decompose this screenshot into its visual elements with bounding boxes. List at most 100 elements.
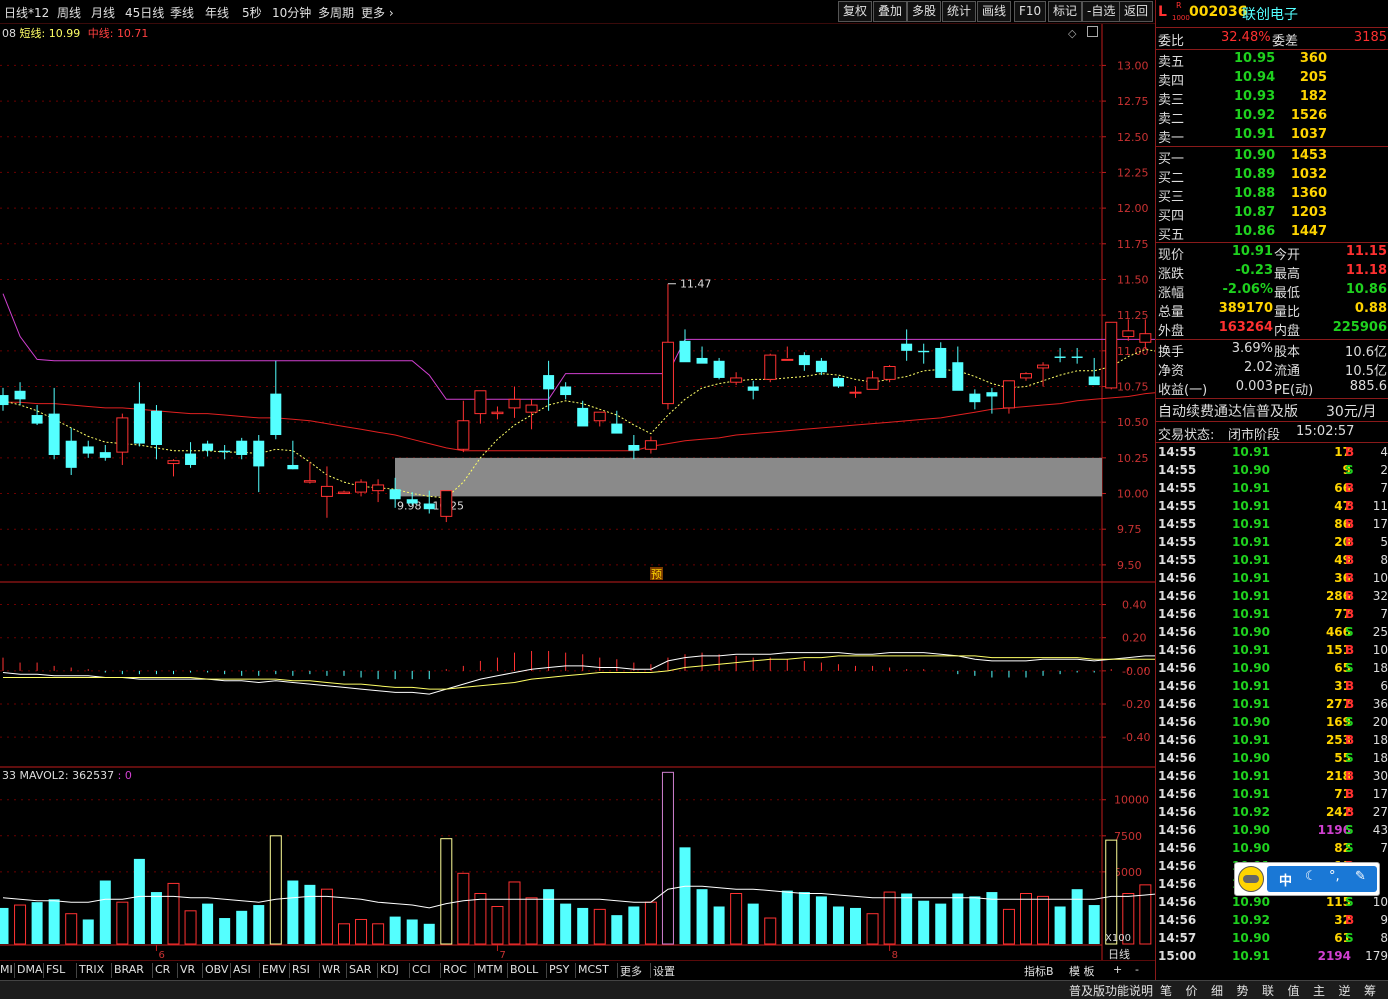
multi-stock-button[interactable]: 多股 [907, 1, 942, 22]
indicator-tab-15[interactable]: CCI [412, 963, 431, 976]
status-tab-5[interactable]: 联 [1262, 982, 1274, 999]
candle[interactable] [679, 329, 691, 363]
candle[interactable] [901, 329, 913, 361]
candle[interactable] [935, 342, 947, 378]
candle[interactable] [525, 399, 538, 430]
candle[interactable] [202, 440, 214, 457]
indicator-tab-17[interactable]: MTM [477, 963, 503, 976]
buy-row[interactable]: 买一 10.90 1453 [1158, 148, 1387, 167]
candle[interactable] [253, 435, 265, 493]
candle[interactable] [883, 365, 896, 383]
draw-line-button[interactable]: 画线 [977, 1, 1012, 22]
candle[interactable] [0, 387, 9, 411]
candle[interactable] [661, 283, 674, 410]
buy-row[interactable]: 买五 10.86 1447 [1158, 224, 1387, 243]
candle[interactable] [320, 466, 333, 518]
candle[interactable] [14, 382, 26, 406]
period-5sec-tab[interactable]: 5秒 [242, 4, 262, 21]
indicator-tab-8[interactable]: OBV [205, 963, 228, 976]
candle[interactable] [167, 459, 180, 477]
dot-icon[interactable]: °, [1329, 869, 1340, 884]
sell-row[interactable]: 卖四 10.94 205 [1158, 70, 1387, 89]
period-monthly-tab[interactable]: 月线 [91, 4, 115, 21]
candle[interactable] [713, 357, 725, 380]
candle[interactable] [832, 376, 844, 388]
candle[interactable] [133, 382, 145, 447]
stats-button[interactable]: 统计 [942, 1, 977, 22]
buy-row[interactable]: 买三 10.88 1360 [1158, 186, 1387, 205]
overlay-button[interactable]: 叠加 [873, 1, 908, 22]
candle[interactable] [696, 346, 708, 364]
status-tab-4[interactable]: 势 [1237, 982, 1249, 999]
kline-chart[interactable]: 13.00 12.75 12.50 12.25 12.00 11.75 11.50 11.25… [0, 24, 1155, 960]
moon-icon[interactable]: ☾ [1305, 869, 1317, 884]
candle[interactable] [236, 437, 248, 460]
status-tab-9[interactable]: 筹 [1364, 982, 1376, 999]
candle[interactable] [1088, 357, 1100, 386]
candle[interactable] [611, 410, 623, 434]
candle[interactable] [372, 479, 385, 503]
indicator-tab-5[interactable]: BRAR [114, 963, 144, 976]
candle[interactable] [185, 442, 197, 468]
candle[interactable] [644, 436, 657, 454]
indicator-tab-21[interactable]: 更多 [620, 963, 642, 979]
candle[interactable] [560, 382, 572, 400]
candle[interactable] [65, 427, 77, 475]
sell-row[interactable]: 卖一 10.91 1037 [1158, 127, 1387, 146]
indicator-tab-2[interactable]: DMA [17, 963, 43, 976]
candle[interactable] [577, 400, 589, 427]
status-tab-6[interactable]: 值 [1288, 982, 1300, 999]
candle[interactable] [815, 357, 827, 376]
ime-lang-button[interactable]: 中 [1279, 870, 1292, 889]
candle[interactable] [1105, 321, 1118, 390]
candle[interactable] [491, 406, 504, 420]
candle[interactable] [150, 405, 162, 460]
candle[interactable] [593, 411, 606, 427]
candle[interactable] [952, 346, 964, 391]
indicator-tab-12[interactable]: WR [322, 963, 341, 976]
candle[interactable] [270, 360, 282, 440]
window-toggle-icon[interactable] [1087, 26, 1098, 37]
indicator-tab-20[interactable]: MCST [578, 963, 609, 976]
status-tab-8[interactable]: 逆 [1339, 982, 1351, 999]
indicator-tab-10[interactable]: EMV [262, 963, 286, 976]
candle[interactable] [457, 400, 470, 453]
candle[interactable] [508, 386, 521, 418]
candle[interactable] [287, 440, 299, 470]
period-year-tab[interactable]: 年线 [205, 4, 229, 21]
candle[interactable] [474, 390, 487, 424]
candle[interactable] [116, 413, 129, 465]
candle[interactable] [99, 445, 111, 461]
candle[interactable] [781, 346, 794, 361]
indicator-tab-3[interactable]: FSL [46, 963, 65, 976]
diamond-icon[interactable]: ◇ [1068, 27, 1076, 40]
f10-button[interactable]: F10 [1014, 1, 1047, 22]
candle[interactable] [849, 386, 862, 398]
indicator-tab-7[interactable]: VR [180, 963, 195, 976]
buy-row[interactable]: 买二 10.89 1032 [1158, 167, 1387, 186]
candle[interactable] [798, 352, 810, 371]
indicator-tab-4[interactable]: TRIX [79, 963, 104, 976]
candle[interactable] [338, 490, 350, 495]
status-tab-7[interactable]: 主 [1313, 982, 1325, 999]
period-multi-tab[interactable]: 多周期 [318, 4, 354, 21]
indicator-tab-13[interactable]: SAR [349, 963, 371, 976]
period-more-tab[interactable]: 更多 › [361, 4, 394, 21]
period-45day-tab[interactable]: 45日线 [125, 4, 164, 21]
candle[interactable] [82, 440, 94, 458]
candle[interactable] [918, 343, 930, 364]
candle[interactable] [747, 380, 759, 400]
back-button[interactable]: 返回 [1119, 1, 1154, 22]
indicator-tab-6[interactable]: CR [155, 963, 170, 976]
candle[interactable] [866, 370, 879, 390]
add-pane-button[interactable]: + [1113, 963, 1122, 976]
indicator-b-tab[interactable]: 指标B [1024, 963, 1054, 979]
indicator-tab-19[interactable]: PSY [549, 963, 569, 976]
mark-button[interactable]: 标记 [1048, 1, 1083, 22]
indicator-tab-18[interactable]: BOLL [510, 963, 538, 976]
candle[interactable] [440, 490, 453, 523]
period-daily-tab[interactable]: 日线*12 [4, 4, 49, 21]
candle[interactable] [31, 405, 43, 426]
candle[interactable] [764, 353, 777, 383]
candle[interactable] [219, 445, 231, 460]
